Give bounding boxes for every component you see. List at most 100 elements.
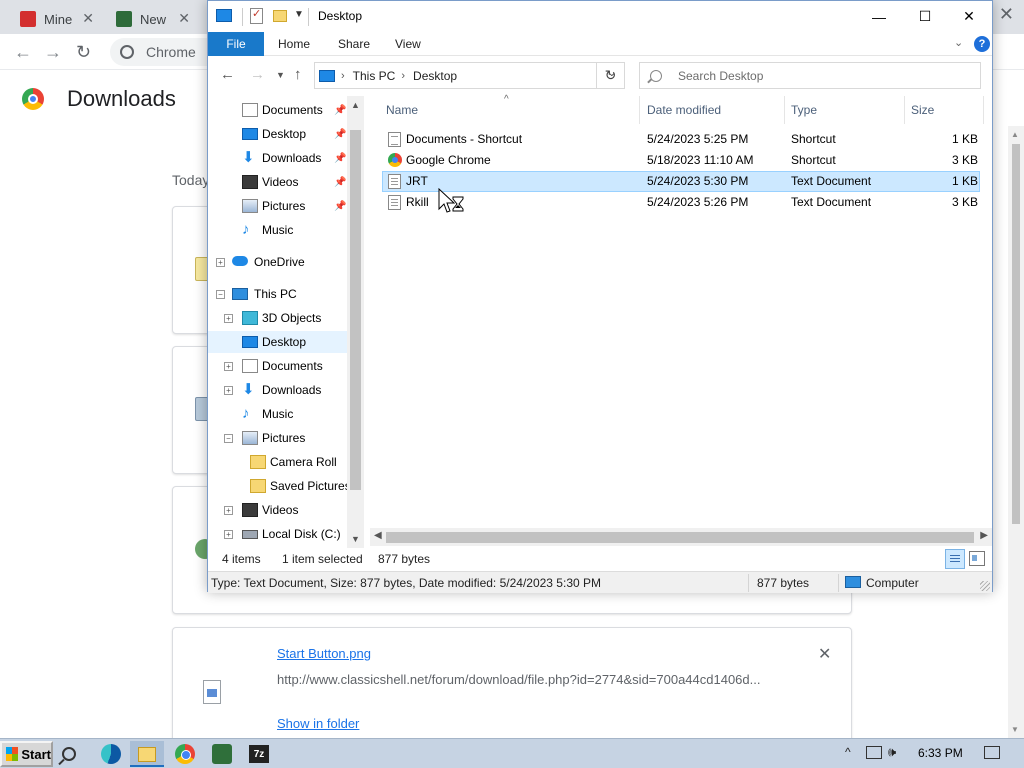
nav-item-documents[interactable]: + Documents [208, 355, 348, 377]
column-header-size[interactable]: Size [911, 96, 981, 124]
nav-item-videos[interactable]: Videos 📌 [208, 171, 348, 193]
nav-item-camera-roll[interactable]: Camera Roll [208, 451, 348, 473]
refresh-button[interactable]: ↻ [596, 62, 625, 89]
properties-icon[interactable] [250, 7, 263, 24]
back-arrow-icon[interactable]: ← [14, 42, 32, 63]
reload-icon[interactable]: ↻ [76, 42, 91, 63]
file-row[interactable]: Documents - Shortcut 5/24/2023 5:25 PM S… [382, 129, 980, 150]
scroll-up-icon[interactable]: ▲ [1011, 130, 1019, 139]
close-button[interactable]: ✕ [946, 1, 992, 32]
scrollbar-thumb[interactable] [1012, 144, 1020, 524]
volume-icon[interactable]: 🕪 [888, 744, 896, 760]
chevron-up-icon[interactable]: ^ [845, 745, 851, 759]
expand-icon[interactable]: + [216, 257, 225, 267]
minimize-button[interactable]: — [856, 1, 902, 32]
nav-item-downloads[interactable]: ⬇ Downloads 📌 [208, 147, 348, 169]
close-tab-icon[interactable]: ✕ [178, 10, 190, 27]
scroll-down-icon[interactable]: ▼ [351, 534, 360, 544]
start-button[interactable]: Start [0, 741, 53, 767]
file-list-horizontal-scrollbar[interactable]: ◀ ▶ [370, 528, 992, 546]
nav-item-videos[interactable]: + Videos [208, 499, 348, 521]
details-view-button[interactable] [945, 549, 965, 569]
help-icon[interactable]: ? [974, 36, 990, 52]
maximize-button[interactable]: ☐ [902, 1, 948, 32]
close-tab-icon[interactable]: ✕ [82, 10, 94, 27]
recent-locations-icon[interactable]: ▼ [276, 70, 285, 80]
download-file-link[interactable]: Start Button.png [277, 646, 371, 661]
tab-view[interactable]: View [381, 32, 435, 56]
nav-item-downloads[interactable]: + ⬇ Downloads [208, 379, 348, 401]
nav-item-local-disk[interactable]: + Local Disk (C:) [208, 523, 348, 545]
pin-icon[interactable]: 📌 [334, 177, 346, 188]
show-in-folder-link[interactable]: Show in folder [277, 716, 359, 731]
pin-icon[interactable]: 📌 [334, 129, 346, 140]
file-row[interactable]: Rkill 5/24/2023 5:26 PM Text Document 3 … [382, 192, 980, 213]
nav-item-saved-pictures[interactable]: Saved Pictures [208, 475, 351, 497]
breadcrumb-separator-icon[interactable]: › [341, 70, 345, 82]
back-arrow-icon[interactable]: ← [220, 66, 235, 83]
column-divider[interactable] [639, 96, 640, 124]
clock[interactable]: 6:33 PM [918, 746, 963, 760]
chrome-close-icon[interactable]: ✕ [999, 4, 1014, 25]
column-divider[interactable] [904, 96, 905, 124]
large-icons-view-button[interactable] [969, 551, 985, 566]
expand-icon[interactable]: + [224, 529, 233, 539]
window-icon[interactable] [216, 9, 232, 22]
nav-item-onedrive[interactable]: + OneDrive [208, 251, 348, 273]
file-explorer-icon[interactable] [138, 747, 156, 762]
site-info-icon[interactable] [120, 45, 134, 59]
column-header-name[interactable]: Name [386, 96, 636, 124]
expand-icon[interactable]: + [224, 361, 233, 371]
tab-home[interactable]: Home [264, 32, 324, 56]
search-icon[interactable] [62, 747, 76, 761]
chrome-tab[interactable]: Mine ✕ [10, 4, 102, 34]
nav-item-desktop-selected[interactable]: Desktop [208, 331, 348, 353]
scrollbar-thumb[interactable] [386, 532, 974, 543]
nav-item-music[interactable]: ♪ Music [208, 219, 348, 241]
breadcrumb-desktop[interactable]: Desktop [413, 69, 457, 83]
nav-item-this-pc[interactable]: − This PC [208, 283, 348, 305]
file-row-selected[interactable]: JRT 5/24/2023 5:30 PM Text Document 1 KB [382, 171, 980, 192]
nav-item-pictures[interactable]: Pictures 📌 [208, 195, 348, 217]
notifications-icon[interactable] [984, 746, 1000, 759]
resize-grip-icon[interactable] [980, 581, 990, 591]
nav-item-documents[interactable]: Documents 📌 [208, 99, 348, 121]
title-bar[interactable]: ▼ Desktop — ☐ ✕ [208, 1, 992, 32]
breadcrumb-separator-icon[interactable]: › [401, 70, 405, 82]
scrollbar-thumb[interactable] [350, 130, 361, 490]
tab-share[interactable]: Share [324, 32, 384, 56]
nav-item-pictures[interactable]: − Pictures [208, 427, 348, 449]
breadcrumb-this-pc[interactable]: This PC [353, 69, 396, 83]
column-divider[interactable] [784, 96, 785, 124]
7zip-icon[interactable]: 7z [249, 745, 269, 763]
column-divider[interactable] [983, 96, 984, 124]
up-arrow-icon[interactable]: ↑ [294, 66, 302, 83]
nav-pane-scrollbar[interactable]: ▲ ▼ [347, 96, 364, 548]
expand-ribbon-icon[interactable]: ⌄ [954, 36, 963, 49]
network-icon[interactable] [866, 746, 882, 759]
collapse-icon[interactable]: − [216, 289, 225, 299]
chrome-scrollbar[interactable]: ▲ ▼ [1008, 126, 1024, 738]
column-header-type[interactable]: Type [791, 96, 901, 124]
chrome-icon[interactable] [175, 744, 195, 764]
scroll-down-icon[interactable]: ▼ [1011, 725, 1019, 734]
nav-item-music[interactable]: ♪ Music [208, 403, 348, 425]
forward-arrow-icon[interactable]: → [250, 66, 265, 83]
file-row[interactable]: Google Chrome 5/18/2023 11:10 AM Shortcu… [382, 150, 980, 171]
collapse-icon[interactable]: − [224, 433, 233, 443]
forward-arrow-icon[interactable]: → [44, 42, 62, 63]
address-bar[interactable]: › This PC › Desktop ⌄ [314, 62, 625, 89]
new-folder-icon[interactable] [273, 10, 287, 22]
edge-icon[interactable] [101, 744, 121, 764]
remove-download-icon[interactable]: ✕ [818, 644, 831, 664]
column-header-date-modified[interactable]: Date modified [647, 96, 787, 124]
customize-toolbar-icon[interactable]: ▼ [294, 9, 304, 20]
nav-item-desktop[interactable]: Desktop 📌 [208, 123, 348, 145]
scroll-left-icon[interactable]: ◀ [374, 530, 382, 541]
expand-icon[interactable]: + [224, 385, 233, 395]
pin-icon[interactable]: 📌 [334, 105, 346, 116]
nav-item-3d-objects[interactable]: + 3D Objects [208, 307, 348, 329]
app-icon[interactable] [212, 744, 232, 764]
expand-icon[interactable]: + [224, 505, 233, 515]
chrome-tab[interactable]: New ✕ [106, 4, 198, 34]
